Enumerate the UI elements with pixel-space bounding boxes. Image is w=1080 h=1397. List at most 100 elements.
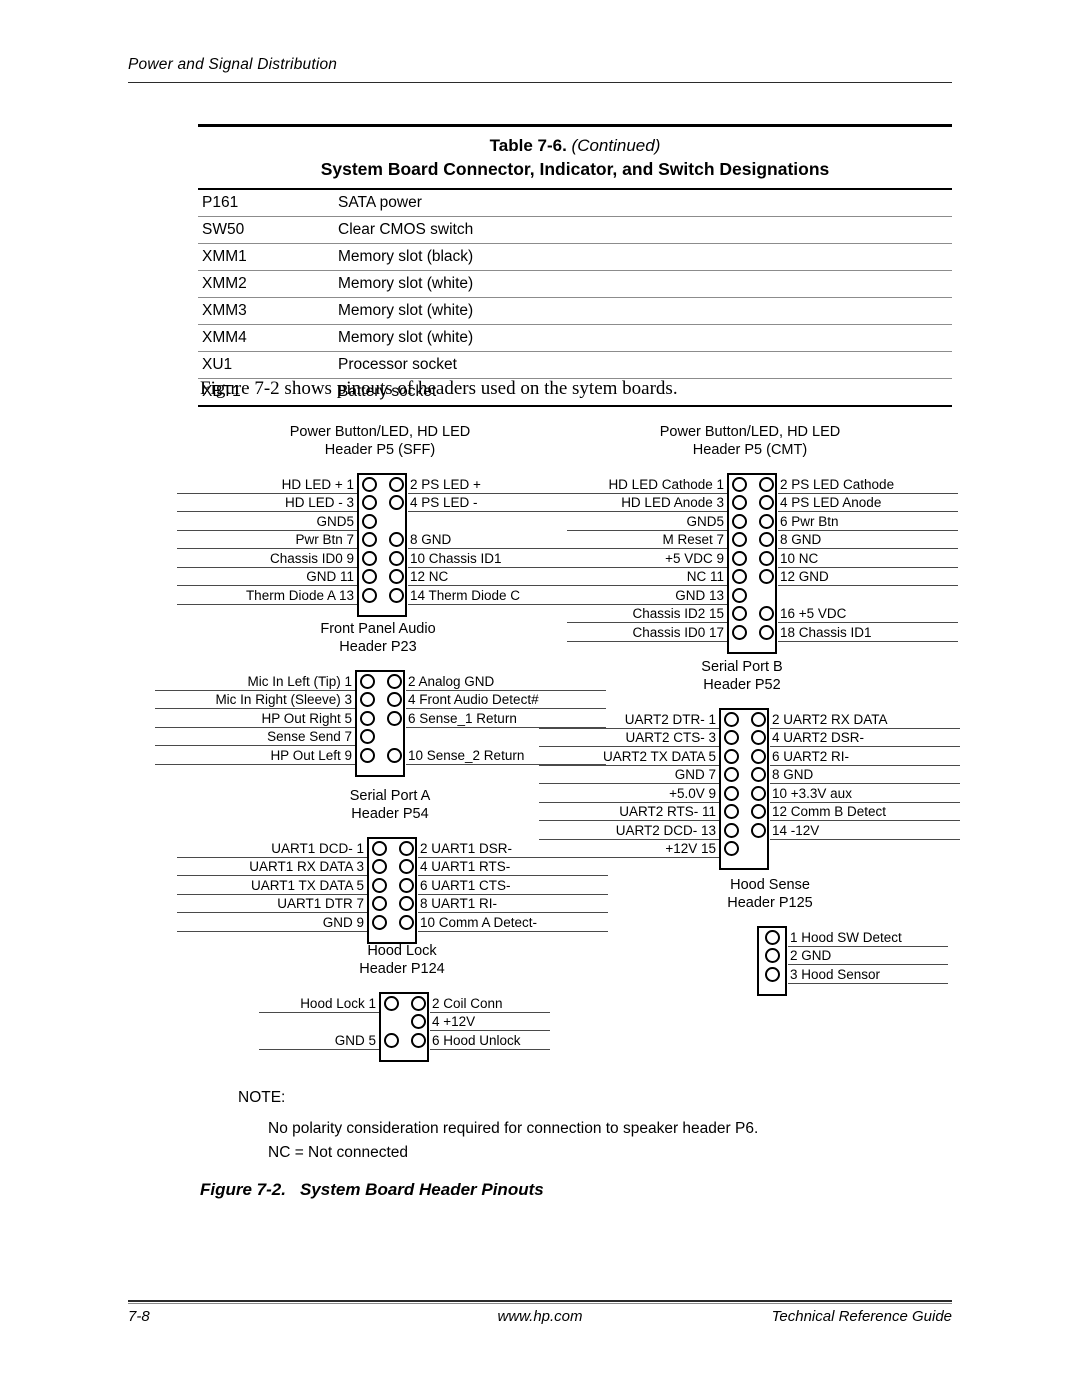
- diagram-title: Power Button/LED, HD LED Header P5 (CMT): [560, 424, 940, 459]
- pin-leader-line: [430, 1030, 550, 1032]
- connector-pin: [386, 747, 402, 763]
- connector-pin: [361, 532, 377, 548]
- pin-leader-line: [430, 1048, 550, 1050]
- connector-pin: [723, 748, 739, 764]
- connector-pin: [359, 710, 375, 726]
- note-line-2: NC = Not connected: [268, 1143, 409, 1161]
- connector-pin: [750, 804, 766, 820]
- pin-label-left: HP Out Left 9: [270, 747, 352, 763]
- connector-pin: [398, 859, 414, 875]
- connector-pin: [410, 995, 426, 1011]
- pin-label-left: Mic In Right (Sleeve) 3: [215, 692, 352, 708]
- diagram-title-line-1: Power Button/LED, HD LED: [659, 424, 841, 440]
- table-row: XMM2 Memory slot (white): [198, 270, 952, 298]
- diagram-title-line-1: Hood Sense: [730, 877, 810, 893]
- figure-caption: Figure 7-2. System Board Header Pinouts: [200, 1180, 544, 1200]
- running-head-rule: [128, 82, 952, 83]
- pin-label-right: 2 GND: [790, 948, 832, 964]
- pin-leader-line: [418, 893, 608, 895]
- diagram-title: Front Panel Audio Header P23: [188, 621, 568, 656]
- pin-leader-line: [778, 511, 958, 513]
- connector-pin: [398, 877, 414, 893]
- description-cell: SATA power: [336, 189, 952, 217]
- connector-pin: [386, 692, 402, 708]
- pin-label-left: +5.0V 9: [669, 785, 716, 801]
- connector-pin: [723, 730, 739, 746]
- pin-leader-line: [539, 727, 719, 729]
- pin-leader-line: [418, 856, 608, 858]
- connector-pin: [398, 914, 414, 930]
- figure-intro-sentence: Figure 7-2 shows pinouts of headers used…: [200, 378, 678, 399]
- pinout-diagram-p23: Front Panel Audio Header P23 Mic In Left (…: [155, 621, 606, 777]
- note-heading: NOTE:: [238, 1089, 286, 1106]
- pin-leader-line: [567, 511, 727, 513]
- pin-leader-line: [770, 801, 960, 803]
- pin-label-right: 4 UART1 RTS-: [420, 859, 511, 875]
- table-title-continued: (Continued): [571, 136, 661, 155]
- description-cell: Memory slot (white): [336, 270, 952, 298]
- pin-label-left: GND5: [686, 513, 724, 529]
- table-row: XU1 Processor socket: [198, 351, 952, 379]
- diagram-title-line-1: Power Button/LED, HD LED: [289, 424, 471, 440]
- pin-label-right: 18 Chassis ID1: [780, 624, 872, 640]
- pin-leader-line: [259, 1048, 379, 1050]
- diagram-title-line-2: Header P125: [727, 894, 813, 911]
- connector-pin: [371, 840, 387, 856]
- pin-label-right: 4 PS LED -: [410, 495, 478, 511]
- pin-leader-line: [788, 982, 948, 984]
- connector-pin: [371, 896, 387, 912]
- diagram-title: Hood Lock Header P124: [272, 943, 532, 978]
- connector-pin: [371, 859, 387, 875]
- pin-leader-line: [567, 640, 727, 642]
- connector-pin: [758, 476, 774, 492]
- pin-leader-line: [418, 930, 608, 932]
- connector-pin: [765, 966, 780, 982]
- connector-pin: [723, 841, 739, 857]
- pin-label-right: 2 PS LED Cathode: [780, 476, 895, 492]
- pin-leader-line: [778, 585, 958, 587]
- pin-label-left: Mic In Left (Tip) 1: [247, 673, 352, 689]
- pin-leader-line: [539, 746, 719, 748]
- connector-pin: [386, 673, 402, 689]
- pin-leader-line: [177, 492, 357, 494]
- connector-pin: [750, 785, 766, 801]
- connector-pin: [731, 532, 747, 548]
- pin-label-right: 6 Sense_1 Return: [408, 710, 517, 726]
- connector-pin: [723, 822, 739, 838]
- diagram-title-line-1: Front Panel Audio: [320, 621, 436, 637]
- connector-pin: [731, 495, 747, 511]
- pin-label-right: 8 GND: [772, 767, 814, 783]
- pin-leader-line: [177, 856, 367, 858]
- connector-pin: [731, 587, 747, 603]
- connector-pin: [758, 624, 774, 640]
- pin-label-left: HD LED Cathode 1: [608, 476, 724, 492]
- pin-label-right: 2 UART2 RX DATA: [772, 711, 888, 727]
- connector-pin: [758, 532, 774, 548]
- designator-cell: XMM3: [198, 297, 336, 325]
- pin-label-left: HD LED - 3: [284, 495, 354, 511]
- pin-leader-line: [177, 912, 367, 914]
- pin-label-left: UART2 RTS- 11: [619, 804, 716, 820]
- table-row: SW50 Clear CMOS switch: [198, 216, 952, 244]
- diagram-stage: Mic In Left (Tip) 1 2 Analog GND Mic In Ri…: [155, 656, 606, 777]
- connector-pin: [750, 822, 766, 838]
- connector-pin: [723, 785, 739, 801]
- pin-label-right: 6 UART2 RI-: [772, 748, 850, 764]
- pin-leader-line: [539, 783, 719, 785]
- connector-pin: [383, 1032, 399, 1048]
- table-title-main: Table 7-6.: [489, 136, 567, 155]
- pinout-diagram-p54: Serial Port A Header P54 UART1 DCD- 1 2 UAR…: [177, 788, 608, 944]
- pin-leader-line: [567, 566, 727, 568]
- pinout-diagram-p124: Hood Lock Header P124 Hood Lock 1 2 Coil Co…: [259, 943, 550, 1062]
- description-cell: Memory slot (white): [336, 324, 952, 352]
- pin-label-left: M Reset 7: [662, 532, 724, 548]
- description-cell: Memory slot (black): [336, 243, 952, 271]
- connector-pin: [371, 877, 387, 893]
- pin-label-left: GND5: [316, 513, 354, 529]
- connector-pin: [750, 748, 766, 764]
- pin-label-right: 10 Sense_2 Return: [408, 747, 525, 763]
- diagram-stage: HD LED Cathode 1 2 PS LED Cathode HD LED A…: [560, 459, 958, 654]
- connector-pin: [750, 711, 766, 727]
- connector-pin: [731, 606, 747, 622]
- pin-label-left: UART2 DTR- 1: [624, 711, 716, 727]
